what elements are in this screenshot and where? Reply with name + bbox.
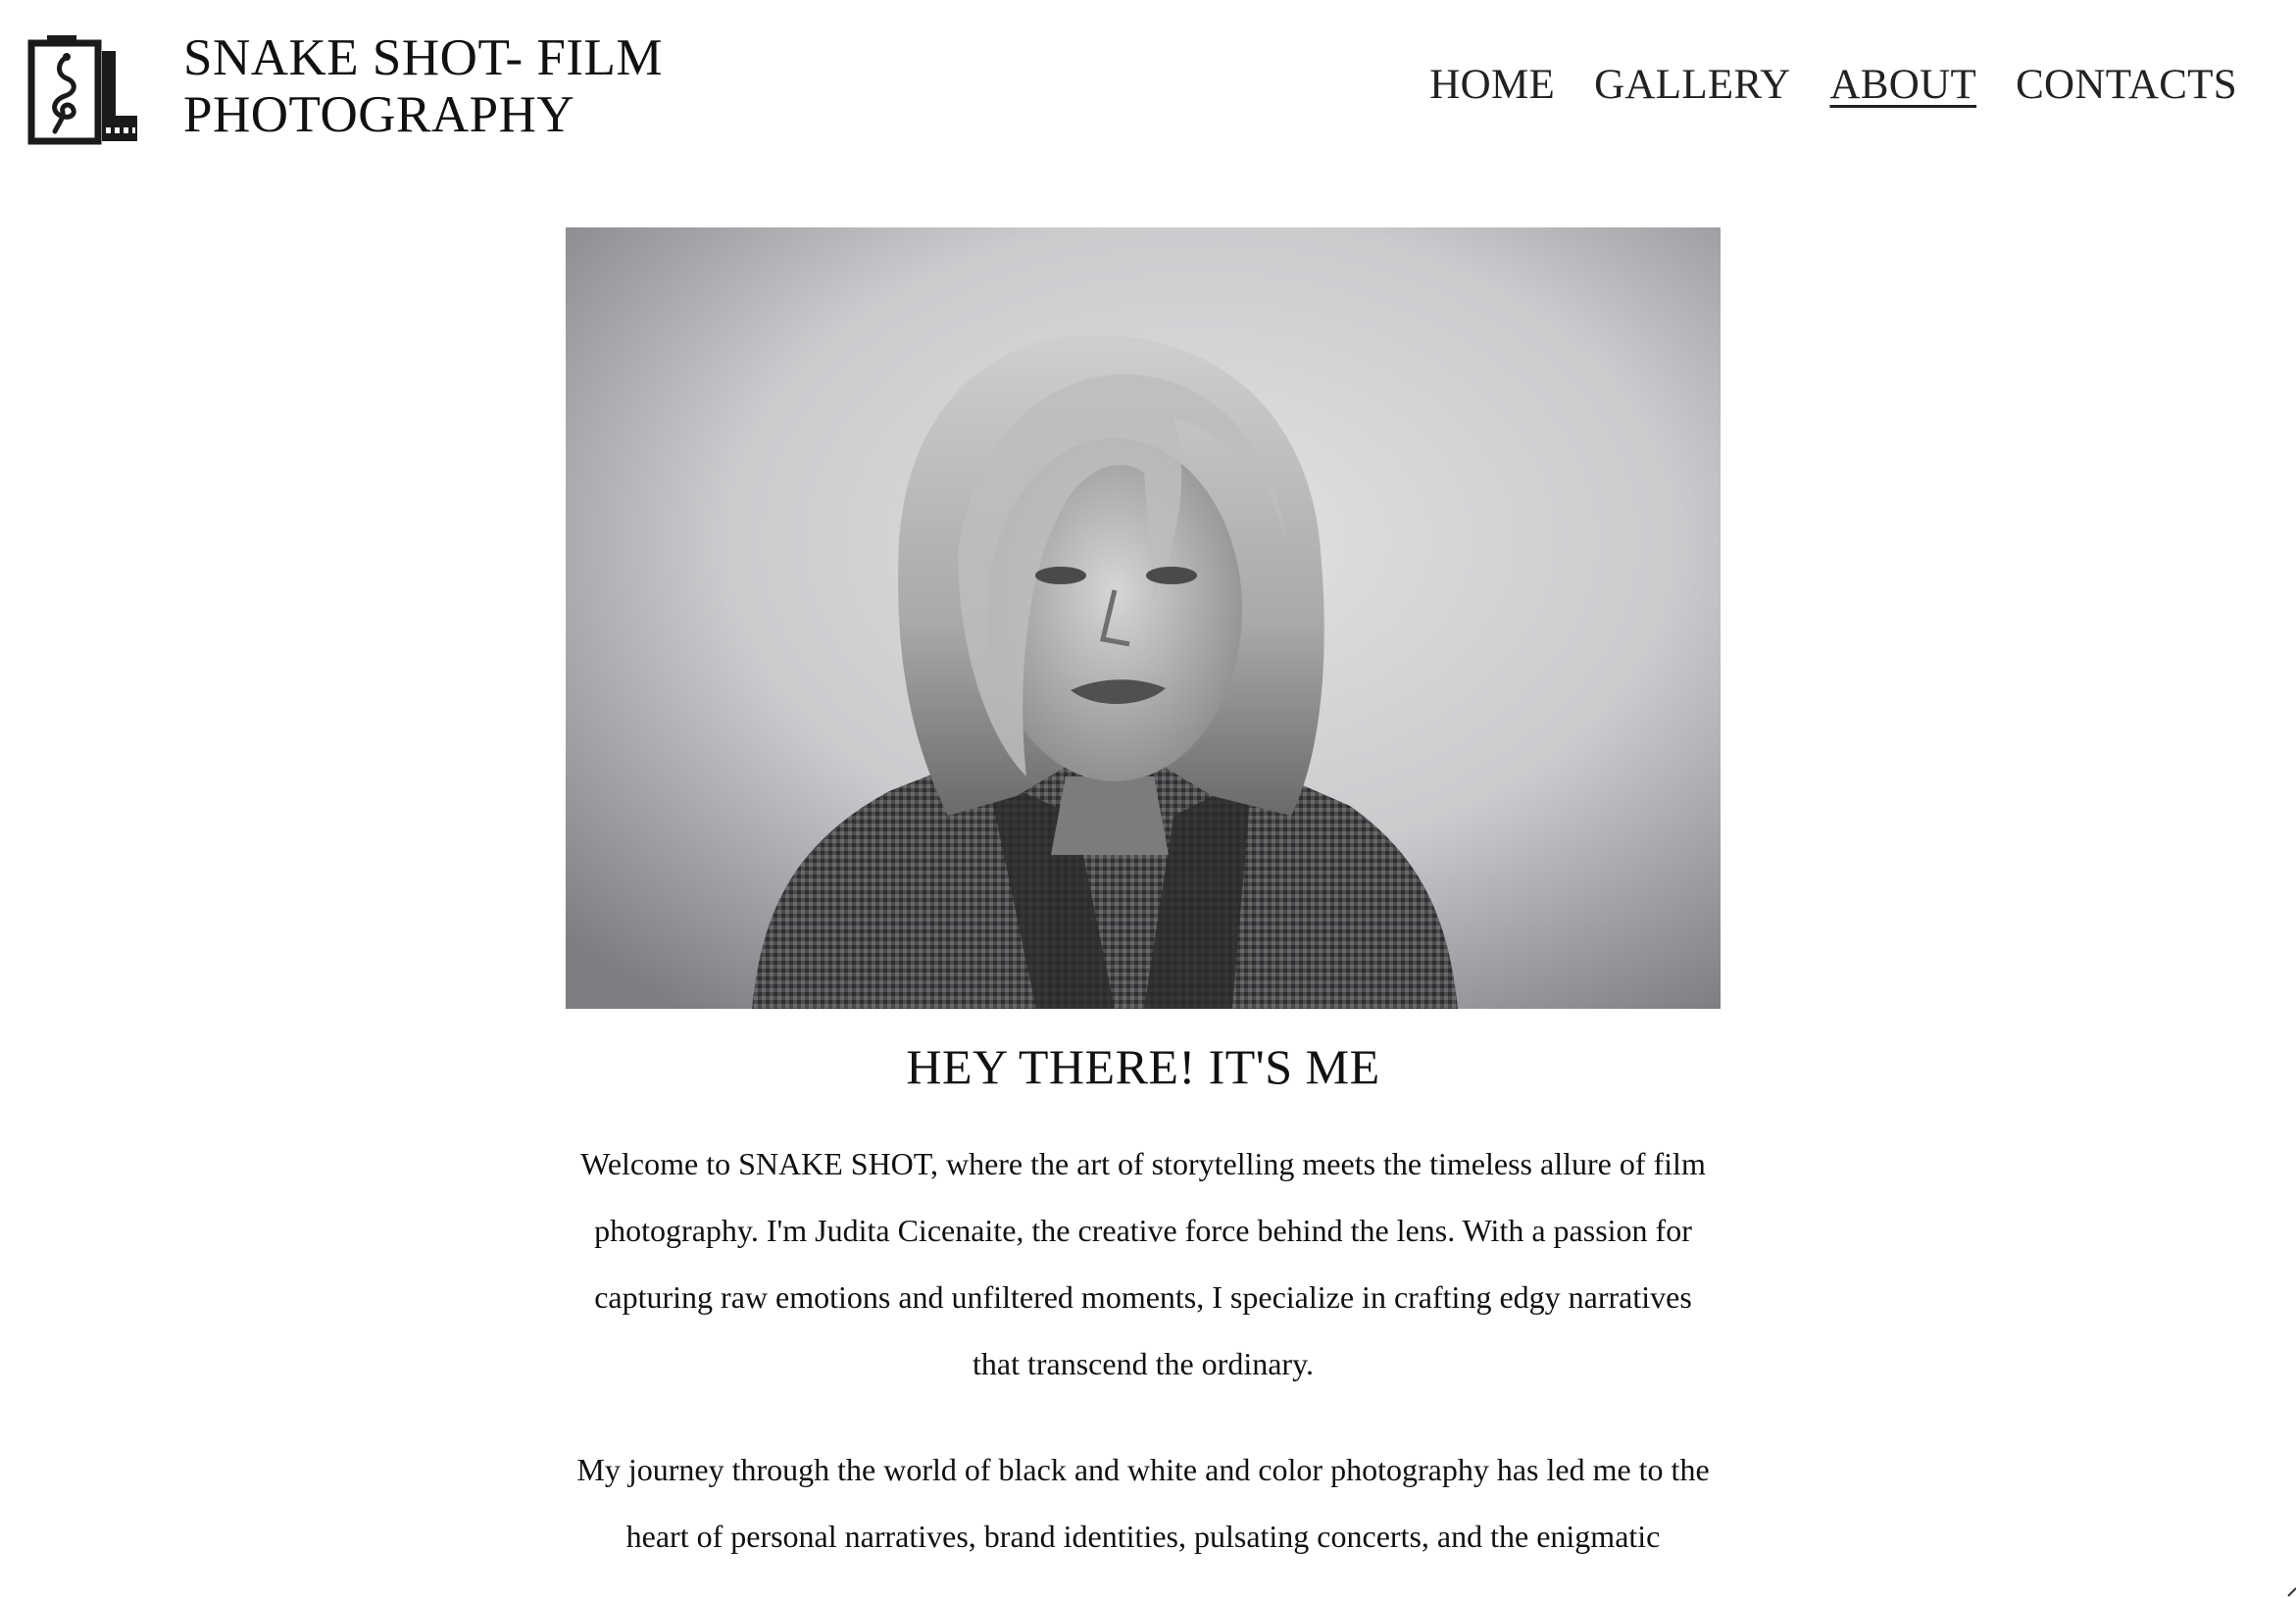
brand-title[interactable]: SNAKE SHOT- FILM PHOTOGRAPHY (183, 29, 663, 143)
about-paragraph-2: My journey through the world of black an… (576, 1452, 1710, 1554)
brand-title-line1: SNAKE SHOT- FILM (183, 29, 663, 86)
about-page: SNAKE SHOT- FILM PHOTOGRAPHY HOME GALLER… (0, 0, 2296, 1598)
portrait-photo (566, 227, 1721, 1009)
site-header: SNAKE SHOT- FILM PHOTOGRAPHY HOME GALLER… (0, 0, 2296, 176)
nav-contacts[interactable]: CONTACTS (2016, 61, 2237, 109)
nav-home[interactable]: HOME (1429, 61, 1555, 109)
portrait-image (566, 227, 1721, 1009)
film-canister-snake-icon (27, 35, 137, 145)
about-content: HEY THERE! IT'S ME Welcome to SNAKE SHOT… (566, 1039, 1721, 1570)
about-paragraph-1: Welcome to SNAKE SHOT, where the art of … (580, 1146, 1706, 1381)
brand-title-line2: PHOTOGRAPHY (183, 86, 575, 143)
logo-link[interactable] (27, 31, 143, 147)
main-nav: HOME GALLERY ABOUT CONTACTS (1429, 61, 2237, 109)
resize-corner-icon (2287, 1587, 2296, 1597)
nav-gallery[interactable]: GALLERY (1594, 61, 1790, 109)
about-heading: HEY THERE! IT'S ME (906, 1039, 1380, 1094)
nav-about[interactable]: ABOUT (1829, 61, 1976, 109)
